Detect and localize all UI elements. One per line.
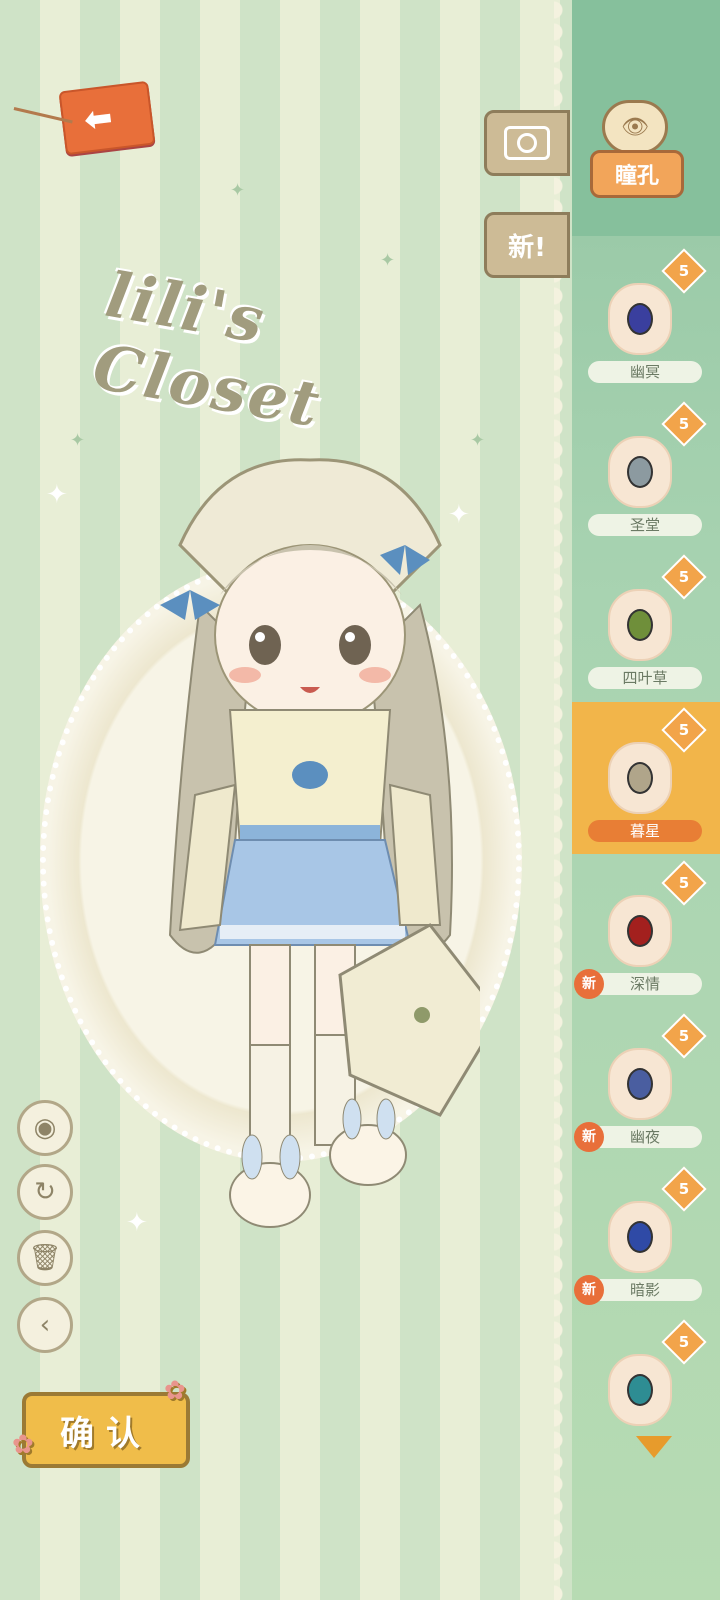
pupil-name: 暮星 — [588, 820, 702, 842]
new-items-button[interactable]: 新! — [484, 212, 570, 278]
hide-glyph: ◉ — [33, 1113, 57, 1143]
level-badge: 5 — [661, 860, 707, 906]
level-badge: 5 — [661, 1166, 707, 1212]
confirm-button[interactable]: 确认 ✿ ✿ — [12, 1376, 190, 1468]
pupil-item[interactable]: 5 深情新 — [572, 855, 720, 1007]
level-value: 5 — [678, 262, 690, 280]
tab-pupil-label: 瞳孔 — [614, 164, 659, 189]
level-value: 5 — [678, 721, 690, 739]
hide-icon[interactable]: ◉ — [17, 1100, 73, 1156]
reset-glyph: ↻ — [34, 1177, 56, 1207]
flower-decoration: ✿ — [164, 1376, 198, 1406]
new-tag: 新 — [574, 1122, 604, 1152]
level-value: 5 — [678, 568, 690, 586]
confirm-label: 确认 — [60, 1413, 152, 1454]
iris-icon — [627, 762, 653, 794]
trash-icon[interactable]: 🗑 — [17, 1230, 73, 1286]
iris-icon — [627, 915, 653, 947]
eye-preview-icon — [608, 436, 672, 508]
level-value: 5 — [678, 415, 690, 433]
iris-icon — [627, 456, 653, 488]
eye-preview-icon — [608, 1201, 672, 1273]
pupil-name: 暗影 — [588, 1279, 702, 1301]
pupil-name: 圣堂 — [588, 514, 702, 536]
level-badge: 5 — [661, 248, 707, 294]
tab-pupil[interactable]: 瞳孔 — [590, 150, 684, 198]
flower-decoration: ✿ — [12, 1430, 46, 1460]
pupil-item[interactable]: 5 四叶草 — [572, 549, 720, 701]
pupil-item[interactable]: 5 暗影新 — [572, 1161, 720, 1313]
white-star-decoration: ✦ — [46, 480, 68, 510]
camera-icon — [504, 126, 550, 160]
sparkle-decoration: ✦ — [380, 250, 396, 271]
eye-preview-icon — [608, 283, 672, 355]
iris-icon — [627, 1374, 653, 1406]
scroll-down-icon[interactable] — [636, 1436, 672, 1458]
camera-button[interactable] — [484, 110, 570, 176]
sparkle-decoration: ✦ — [230, 180, 246, 201]
eye-preview-icon — [608, 742, 672, 814]
level-value: 5 — [678, 1027, 690, 1045]
arrow-left-icon: ⬅ — [81, 97, 115, 141]
level-badge: 5 — [661, 1013, 707, 1059]
pupil-item[interactable]: 5 幽夜新 — [572, 1008, 720, 1160]
eye-preview-icon — [608, 1354, 672, 1426]
new-tag: 新 — [574, 969, 604, 999]
pupil-name: 幽夜 — [588, 1126, 702, 1148]
sparkle-decoration: ✦ — [70, 430, 86, 451]
iris-icon — [627, 303, 653, 335]
collapse-glyph: ‹ — [39, 1310, 51, 1340]
new-items-label: 新! — [508, 232, 546, 263]
character-doll — [160, 458, 480, 1228]
level-value: 5 — [678, 1333, 690, 1351]
sparkle-decoration: ✦ — [470, 430, 486, 451]
eye-preview-icon — [608, 1048, 672, 1120]
pupil-name: 深情 — [588, 973, 702, 995]
eye-category-icon: 👁 — [602, 100, 668, 154]
eye-preview-icon — [608, 895, 672, 967]
pupil-item[interactable]: 5 圣堂 — [572, 396, 720, 548]
level-badge: 5 — [661, 554, 707, 600]
iris-icon — [627, 1221, 653, 1253]
iris-icon — [627, 1068, 653, 1100]
reset-icon[interactable]: ↻ — [17, 1164, 73, 1220]
pupil-name: 幽冥 — [588, 361, 702, 383]
level-value: 5 — [678, 874, 690, 892]
back-button[interactable]: ⬅ — [13, 80, 156, 156]
eye-preview-icon — [608, 589, 672, 661]
level-value: 5 — [678, 1180, 690, 1198]
new-tag: 新 — [574, 1275, 604, 1305]
pupil-item[interactable]: 5 幽冥 — [572, 243, 720, 395]
pupil-name: 四叶草 — [588, 667, 702, 689]
level-badge: 5 — [661, 707, 707, 753]
collapse-icon[interactable]: ‹ — [17, 1297, 73, 1353]
level-badge: 5 — [661, 1319, 707, 1365]
level-badge: 5 — [661, 401, 707, 447]
pupil-sidebar: 👁 瞳孔 5 幽冥 5 圣堂 5 四叶草 5 暮星 5 深情新 5 幽夜新 5 暗影新 5 — [572, 0, 720, 1600]
iris-icon — [627, 609, 653, 641]
pupil-item[interactable]: 5 暮星 — [572, 702, 720, 854]
trash-glyph: 🗑 — [28, 1243, 62, 1273]
